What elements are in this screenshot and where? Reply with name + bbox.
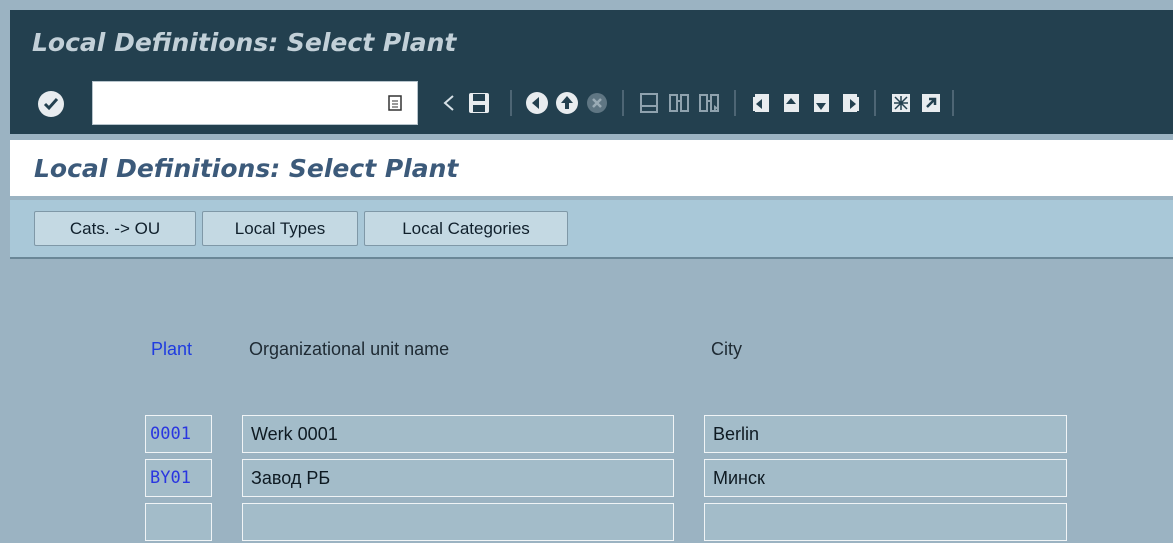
plant-cell[interactable]: BY01 [145,459,212,497]
exit-icon[interactable] [552,88,582,118]
toolbar-separator [734,90,736,116]
city-cell[interactable]: Минск [704,459,1067,497]
find-icon[interactable] [664,88,694,118]
cancel-icon[interactable] [582,88,612,118]
system-toolbar [10,74,1173,134]
shortcut-icon[interactable] [916,88,946,118]
org-unit-cell[interactable]: Werk 0001 [242,415,674,453]
previous-page-icon[interactable] [776,88,806,118]
city-cell[interactable] [704,503,1067,541]
toolbar-separator [874,90,876,116]
find-next-icon[interactable] [694,88,724,118]
new-session-icon[interactable] [886,88,916,118]
column-header-city: City [711,339,742,359]
plant-cell[interactable] [145,503,212,541]
print-icon[interactable] [634,88,664,118]
title-bar: Local Definitions: Select Plant [10,10,1173,74]
page-title: Local Definitions: Select Plant [34,154,459,183]
org-unit-cell[interactable] [242,503,674,541]
local-types-button[interactable]: Local Types [202,211,358,246]
command-field[interactable] [92,81,418,125]
back-icon[interactable] [522,88,552,118]
enter-icon[interactable] [38,91,64,117]
column-header-org-unit: Organizational unit name [249,339,450,359]
screen-header: Local Definitions: Select Plant [10,140,1173,196]
column-header-plant: Plant [151,339,193,359]
first-page-icon[interactable] [746,88,776,118]
toolbar-separator [622,90,624,116]
last-page-icon[interactable] [836,88,866,118]
plant-cell[interactable]: 0001 [145,415,212,453]
toolbar-separator [952,90,954,116]
cats-to-ou-button[interactable]: Cats. -> OU [34,211,196,246]
toolbar-separator [510,90,512,116]
local-categories-button[interactable]: Local Categories [364,211,568,246]
org-unit-cell[interactable]: Завод РБ [242,459,674,497]
command-history-icon[interactable] [387,94,403,112]
application-toolbar: Cats. -> OU Local Types Local Categories [10,200,1173,259]
next-page-icon[interactable] [806,88,836,118]
window-title: Local Definitions: Select Plant [32,28,457,57]
city-cell[interactable]: Berlin [704,415,1067,453]
save-icon[interactable] [464,88,494,118]
back-triangle-icon[interactable] [434,88,464,118]
